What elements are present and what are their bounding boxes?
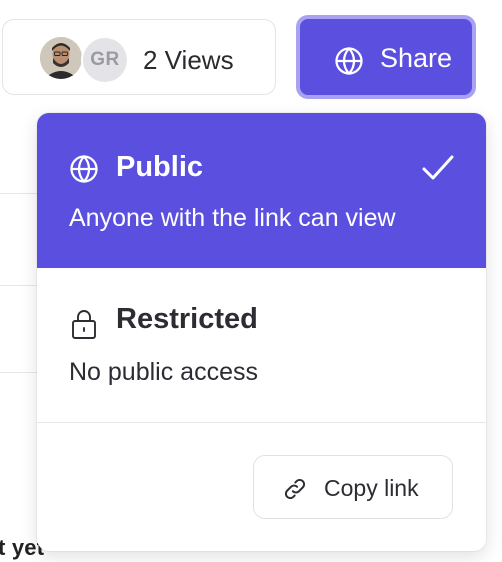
lock-icon [71,308,97,345]
link-icon [282,476,308,507]
views-count-label: 2 Views [143,45,234,75]
share-option-restricted-description: No public access [69,358,258,386]
share-menu: Public Anyone with the link can view Res… [37,113,486,551]
share-button-label: Share [380,43,453,73]
share-popover-screen: t yet GR 2 Views Share Public Anyone wit… [0,0,502,562]
copy-link-button[interactable]: Copy link [253,455,453,519]
share-button[interactable]: Share [296,15,476,99]
menu-divider [37,422,486,423]
copy-link-label: Copy link [324,475,419,501]
share-option-public-title: Public [116,151,204,183]
avatar [40,37,82,79]
user-photo-icon [40,37,82,79]
views-button[interactable]: GR 2 Views [2,19,276,95]
share-option-public-description: Anyone with the link can view [69,204,396,232]
share-option-restricted-title: Restricted [116,303,258,335]
share-option-public[interactable]: Public Anyone with the link can view [37,113,486,268]
globe-icon [69,154,99,189]
checkmark-icon [421,153,455,188]
globe-icon [334,46,364,81]
avatar-initials: GR [81,36,129,84]
share-option-restricted[interactable]: Restricted No public access [37,268,486,422]
